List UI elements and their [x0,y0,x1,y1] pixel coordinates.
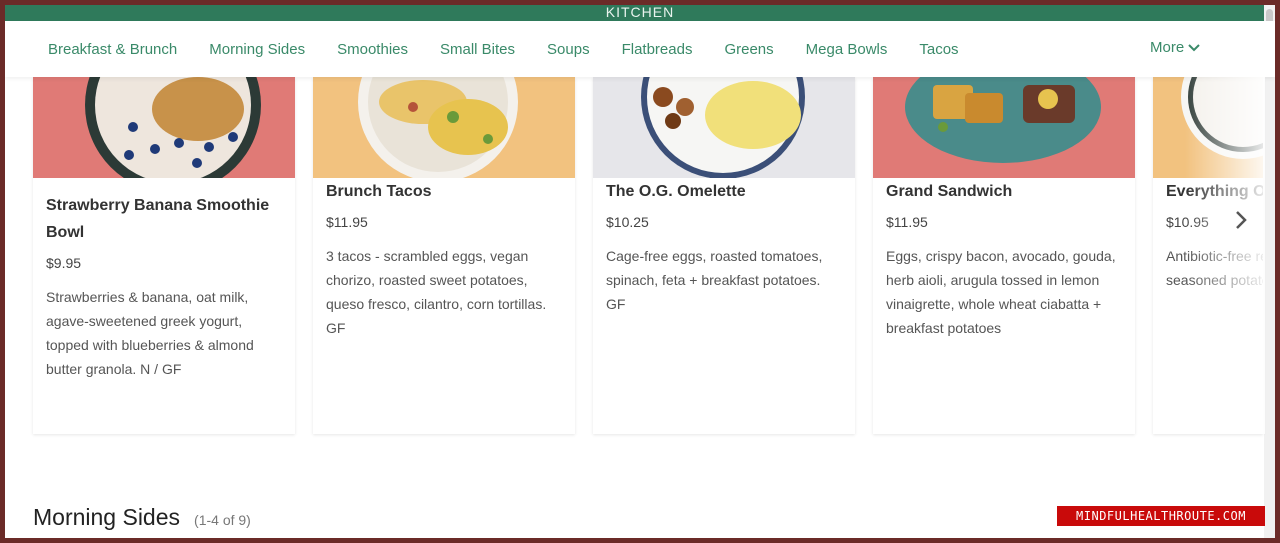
item-description: Antibiotic-free red onion, peppers, seas… [1166,248,1263,288]
nav-item-greens[interactable]: Greens [724,41,773,58]
nav-more-label: More [1150,39,1185,56]
food-photo [33,77,295,178]
chevron-right-icon [1236,211,1247,229]
nav-item-morning-sides[interactable]: Morning Sides [209,41,305,58]
item-description: Cage-free eggs, roasted tomatoes, spinac… [606,248,823,312]
nav-item-flatbreads[interactable]: Flatbreads [622,41,693,58]
menu-card[interactable]: Strawberry Banana Smoothie Bowl $9.95 St… [33,77,295,434]
item-description: Eggs, crispy bacon, avocado, gouda, herb… [886,248,1116,336]
food-photo [1153,77,1263,178]
item-description: Strawberries & banana, oat milk, agave-s… [46,289,254,377]
menu-card[interactable]: Brunch Tacos $11.95 3 tacos - scrambled … [313,77,575,434]
item-price: $11.95 [886,214,928,230]
item-title: Strawberry Banana Smoothie Bowl [46,197,270,241]
menu-card[interactable]: Everything Omelette $10.95 Antibiotic-fr… [1153,77,1263,434]
item-price: $9.95 [46,255,82,271]
item-title: Grand Sandwich [886,183,1013,200]
item-title: Brunch Tacos [326,183,432,200]
section-count: (1-4 of 9) [194,512,251,528]
section-header: Morning Sides (1-4 of 9) [33,504,251,531]
menu-card[interactable]: The O.G. Omelette $10.25 Cage-free eggs,… [593,77,855,434]
nav-item-tacos[interactable]: Tacos [919,41,958,58]
item-price: $10.25 [606,214,649,230]
page-scrollbar[interactable] [1264,5,1275,538]
nav-item-breakfast-brunch[interactable]: Breakfast & Brunch [48,41,177,58]
nav-item-small-bites[interactable]: Small Bites [440,41,515,58]
food-photo [873,77,1135,178]
section-title: Morning Sides [33,504,181,530]
brand-banner: KITCHEN [5,5,1275,21]
nav-more-dropdown[interactable]: More [1150,39,1200,56]
carousel-next-button[interactable] [1226,200,1256,240]
chevron-down-icon [1188,43,1200,51]
food-photo [313,77,575,178]
nav-item-mega-bowls[interactable]: Mega Bowls [806,41,888,58]
item-price: $11.95 [326,214,368,230]
nav-item-smoothies[interactable]: Smoothies [337,41,408,58]
item-title: The O.G. Omelette [606,183,746,200]
food-photo [593,77,855,178]
site-watermark: MINDFULHEALTHROUTE.COM [1057,506,1265,526]
item-description: 3 tacos - scrambled eggs, vegan chorizo,… [326,248,547,336]
nav-item-soups[interactable]: Soups [547,41,590,58]
brand-text: KITCHEN [605,5,675,20]
category-nav: Breakfast & Brunch Morning Sides Smoothi… [5,21,1275,77]
menu-card[interactable]: Grand Sandwich $11.95 Eggs, crispy bacon… [873,77,1135,434]
